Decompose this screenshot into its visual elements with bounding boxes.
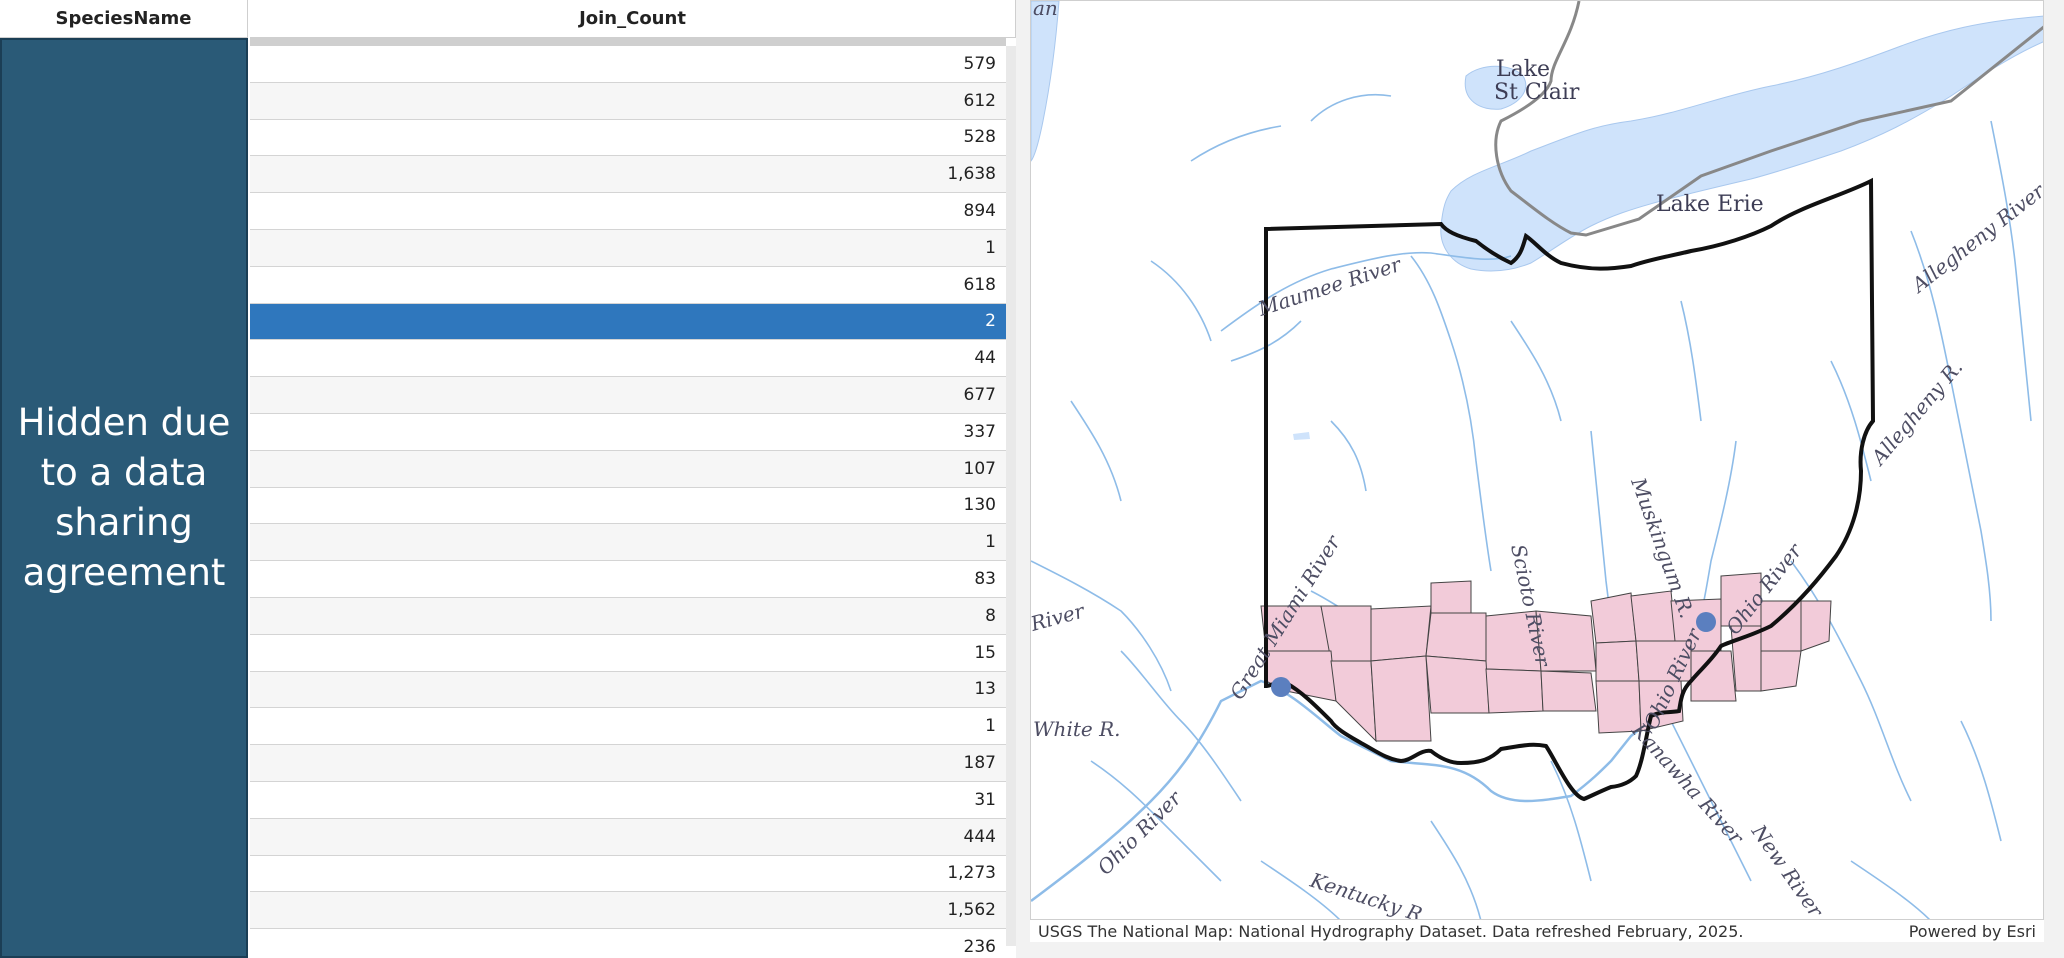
- join-count-cell: 83: [974, 569, 996, 590]
- join-count-cell: 894: [963, 201, 996, 222]
- table-row[interactable]: 130: [250, 487, 1006, 525]
- kentucky-river-label: Kentucky R.: [1307, 868, 1432, 920]
- table-row[interactable]: 187: [250, 745, 1006, 782]
- join-count-cell: 528: [963, 127, 996, 148]
- table-row[interactable]: 44: [250, 340, 1006, 378]
- table-row[interactable]: 1,638: [250, 156, 1006, 194]
- table-row[interactable]: 677: [250, 377, 1006, 414]
- table-row[interactable]: 528: [250, 119, 1006, 157]
- table-row[interactable]: 236: [250, 929, 1006, 958]
- table-row[interactable]: 1: [250, 708, 1006, 746]
- bottom-band: [1030, 942, 2064, 958]
- table-row[interactable]: 107: [250, 450, 1006, 488]
- map-attribution: USGS The National Map: National Hydrogra…: [1030, 920, 2044, 942]
- left-lake: [1031, 1, 1060, 162]
- white-r-label: White R.: [1033, 717, 1120, 741]
- right-edge: [2044, 0, 2064, 958]
- join-count-cell: 107: [963, 458, 996, 479]
- table-row[interactable]: 1: [250, 229, 1006, 267]
- table-row[interactable]: 15: [250, 634, 1006, 672]
- small-lake-2: [1293, 432, 1310, 440]
- join-count-header[interactable]: Join_Count: [250, 0, 1016, 38]
- lake-st-clair-label-1: Lake: [1496, 57, 1550, 82]
- join-count-cell: 1,273: [947, 863, 996, 884]
- join-count-cell: 8: [985, 605, 996, 626]
- lake-st-clair-label-2: St Clair: [1494, 80, 1580, 105]
- join-count-cell: 187: [963, 753, 996, 774]
- join-count-cell: 31: [974, 789, 996, 810]
- table-row[interactable]: 618: [250, 266, 1006, 304]
- join-count-cell: 618: [963, 274, 996, 295]
- join-count-cell: 236: [963, 937, 996, 958]
- map-canvas[interactable]: Lake St Clair Lake Erie Maumee River All…: [1031, 1, 2044, 920]
- kanawha-river-label: Kanawha River: [1627, 718, 1750, 850]
- table-row[interactable]: 13: [250, 671, 1006, 709]
- species-name-header[interactable]: SpeciesName: [0, 0, 248, 38]
- join-count-cell: 1,562: [947, 900, 996, 921]
- panel-divider[interactable]: [1016, 0, 1030, 958]
- join-count-cell: 1: [985, 532, 996, 553]
- join-count-cell: 1: [985, 237, 996, 258]
- table-row[interactable]: 337: [250, 413, 1006, 451]
- join-count-cell: 44: [974, 348, 996, 369]
- table-row[interactable]: 1: [250, 524, 1006, 562]
- table-scrollbar[interactable]: [1006, 46, 1016, 946]
- map-view[interactable]: Lake St Clair Lake Erie Maumee River All…: [1030, 0, 2044, 920]
- table-row[interactable]: 31: [250, 781, 1006, 819]
- powered-by-esri[interactable]: Powered by Esri: [1909, 922, 2036, 941]
- join-count-cell: 15: [974, 642, 996, 663]
- table-row[interactable]: 579: [250, 46, 1006, 83]
- join-count-cell: 579: [963, 53, 996, 74]
- an-label: an: [1033, 1, 1058, 20]
- allegheny-river-label: Allegheny River: [1906, 178, 2044, 298]
- join-count-cell: 130: [963, 495, 996, 516]
- maumee-river-label: Maumee River: [1254, 252, 1405, 321]
- join-count-cell: 1: [985, 716, 996, 737]
- table-row[interactable]: 83: [250, 561, 1006, 598]
- join-count-rows: 579 612 528 1,638 894 1 618 2 44 677 337 107 130 1 83 8…: [250, 38, 1006, 958]
- join-count-cell: 2: [985, 311, 996, 332]
- species-name-column: Hidden due to a data sharing agreement: [0, 38, 248, 958]
- table-row[interactable]: 1,562: [250, 892, 1006, 930]
- table-row[interactable]: 612: [250, 82, 1006, 120]
- table-row[interactable]: 8: [250, 597, 1006, 635]
- join-count-cell: 612: [963, 90, 996, 111]
- table-row[interactable]: 2: [250, 303, 1006, 341]
- lake-erie-label: Lake Erie: [1656, 192, 1764, 217]
- attribution-text: USGS The National Map: National Hydrogra…: [1038, 921, 1744, 941]
- join-count-cell: 1,638: [947, 164, 996, 185]
- new-river-label: New River: [1746, 819, 1828, 920]
- table-row[interactable]: 894: [250, 193, 1006, 230]
- occurrence-point-2[interactable]: [1696, 612, 1716, 632]
- table-row[interactable]: 1,273: [250, 855, 1006, 893]
- allegheny-r-label: Allegheny R.: [1865, 355, 1967, 470]
- join-count-cell: 444: [963, 826, 996, 847]
- join-count-cell: 677: [963, 385, 996, 406]
- lake-erie: [1440, 15, 2043, 272]
- join-count-cell: 13: [974, 679, 996, 700]
- river-left-label: River: [1031, 598, 1088, 636]
- table-row[interactable]: 444: [250, 818, 1006, 856]
- join-count-cell: 337: [963, 421, 996, 442]
- hidden-data-note: Hidden due to a data sharing agreement: [17, 401, 231, 594]
- occurrence-point-1[interactable]: [1271, 677, 1291, 697]
